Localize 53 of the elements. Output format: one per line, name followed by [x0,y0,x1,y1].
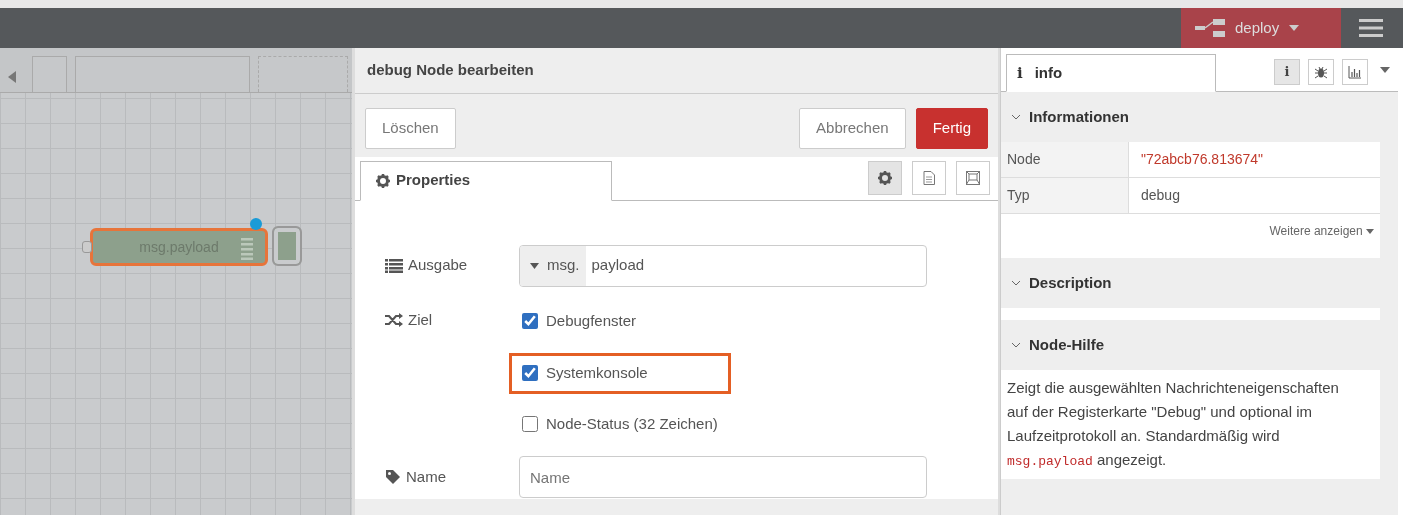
deploy-button[interactable]: deploy [1181,8,1341,48]
dialog-button[interactable]: Fertig [915,108,988,149]
editor-title: debug Node bearbeiten [355,48,998,94]
debug-lines-icon [241,238,253,260]
chevron-icon [1011,114,1021,120]
field-label: Ziel [408,309,433,330]
checkbox-label[interactable]: Node-Status (32 Zeichen) [546,412,718,435]
caret-icon[interactable] [530,262,539,269]
property-key: Typ [1001,178,1129,213]
toggle-button[interactable] [272,226,302,266]
checkbox[interactable] [522,312,538,329]
tag-icon [385,469,401,485]
properties-tab[interactable]: Properties [360,160,612,201]
info-tab[interactable]: i info [1006,54,1216,92]
input-port[interactable] [82,241,92,253]
shuffle-icon [385,312,403,327]
help-text: Zeigt die ausgewählten Nachrichteneigenschaften auf der Registerkarte "Debug" und optional im Laufzeitprotokoll an. Standardmäßig wird msg.payload angezeigt. [1006,378,1340,471]
property-value: debug [1140,186,1180,205]
checkbox-label[interactable]: Systemkonsole [546,362,648,385]
typed-input-field[interactable]: msg. payload [519,244,927,287]
name-input[interactable]: Name [519,456,927,498]
property-value: "72abcb76.813674" [1140,150,1264,169]
deploy-icon [1195,18,1225,38]
property-key: Node [1001,142,1129,177]
tab-icon-button[interactable] [868,160,902,195]
bug-icon [1314,65,1328,79]
show-more-link[interactable]: Weitere anzeigen [1269,224,1374,238]
gear-icon [878,170,892,185]
sidebar-tab-button[interactable] [1342,59,1368,85]
checkbox[interactable] [522,415,538,432]
menu-icon[interactable] [1359,18,1383,38]
sidebar-tab-button[interactable] [1308,59,1334,85]
bar-chart-icon [1348,65,1362,79]
caret-icon [1366,229,1374,235]
caret-icon [1289,25,1300,31]
chevron-icon [1011,280,1021,286]
field-label: Ausgabe [408,255,468,276]
dialog-button[interactable]: Abbrechen [799,108,906,149]
field-value: payload [590,255,645,276]
tab-icon-button[interactable] [956,160,990,195]
list-icon [385,258,403,273]
sidebar-tab-button[interactable]: i [1274,59,1300,85]
checkbox[interactable] [522,365,538,382]
caret-icon[interactable] [1380,67,1390,73]
document-icon [922,170,936,185]
field-label: Name [406,466,446,487]
info-icon: i [1017,61,1023,85]
frame-icon [966,170,980,185]
dialog-button[interactable]: Löschen [365,108,456,149]
gear-icon [376,173,390,188]
checkbox-label[interactable]: Debugfenster [546,309,637,332]
chevron-icon [1011,342,1021,348]
tab-icon-button[interactable] [912,160,946,195]
